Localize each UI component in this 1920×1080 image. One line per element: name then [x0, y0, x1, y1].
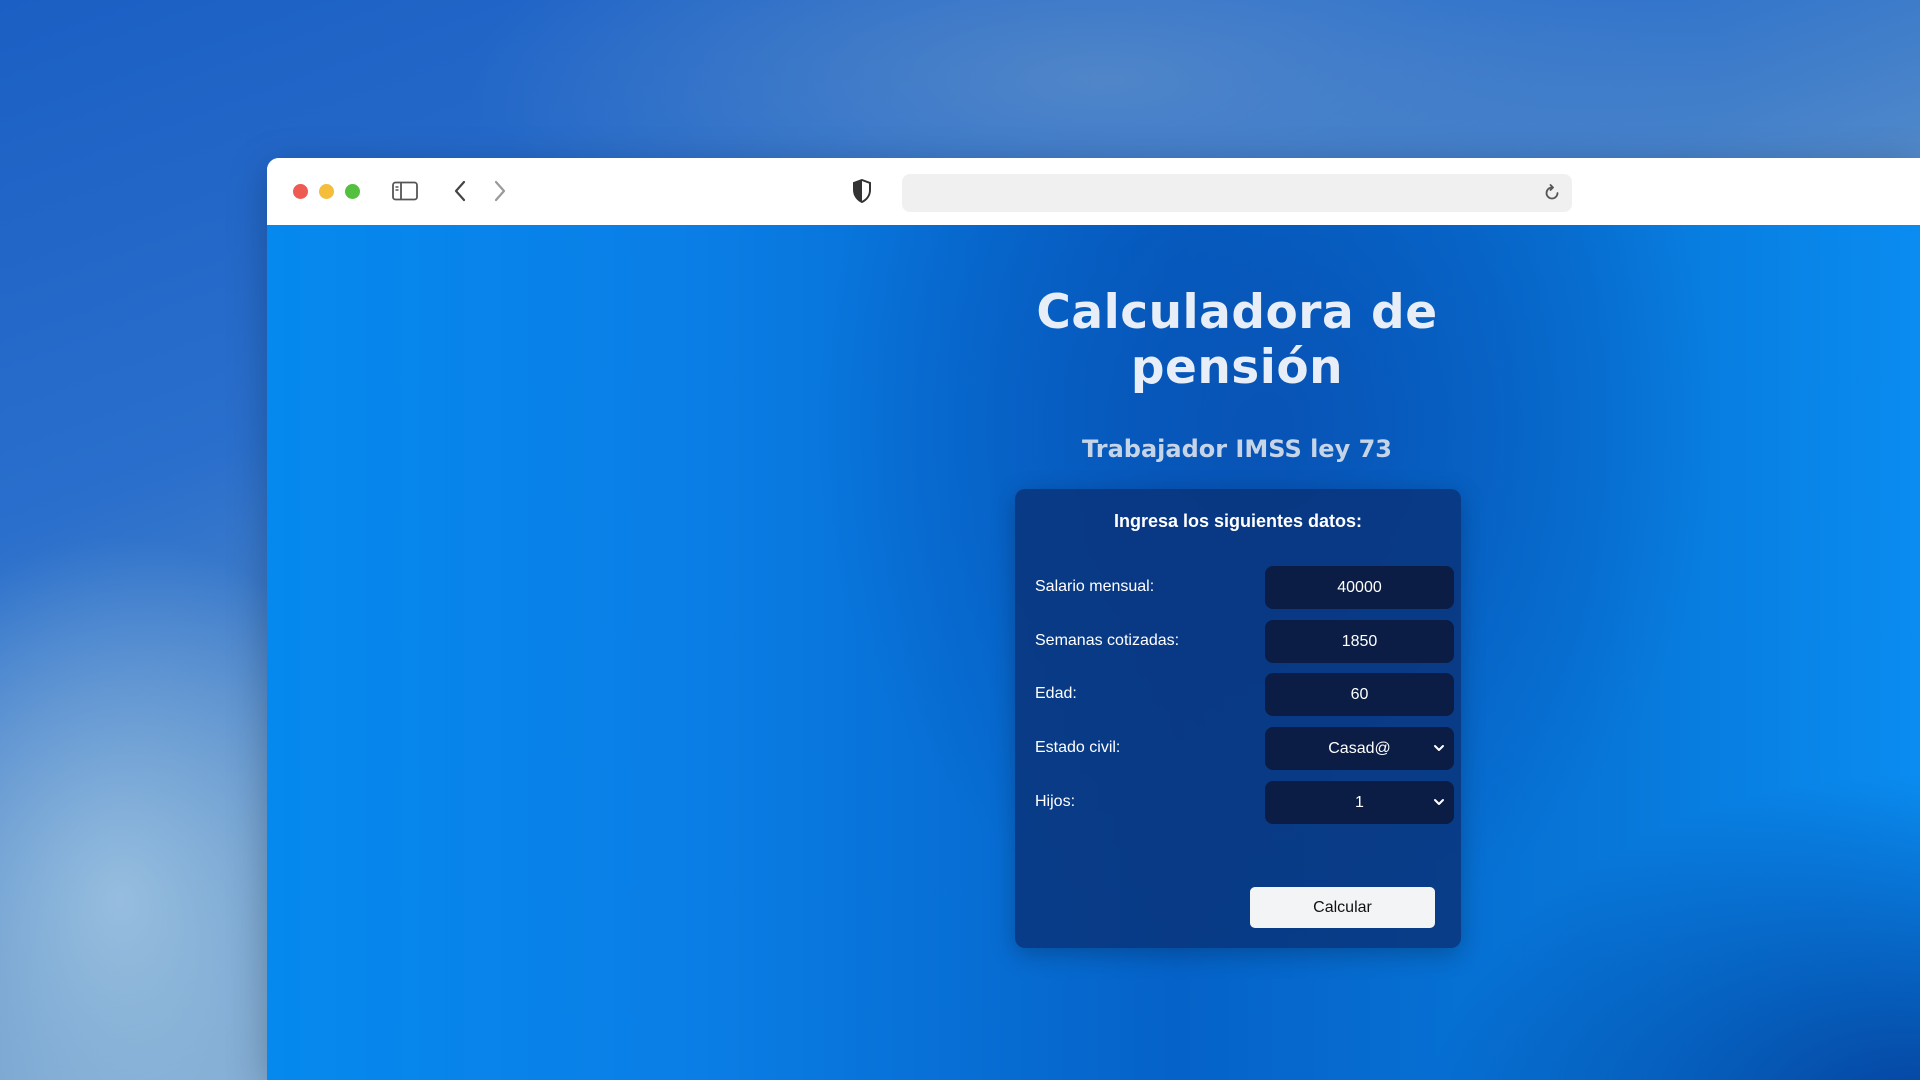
browser-toolbar — [267, 158, 1920, 225]
browser-window: Calculadora de pensión Trabajador IMSS l… — [267, 158, 1920, 1080]
estado-civil-select[interactable]: Casad@ — [1265, 727, 1454, 770]
hijos-select[interactable]: 1 — [1265, 781, 1454, 824]
back-icon[interactable] — [445, 176, 475, 206]
chevron-down-icon — [1432, 795, 1446, 809]
pension-form: Ingresa los siguientes datos: Salario me… — [1015, 489, 1461, 948]
hijos-row: Hijos: 1 — [1035, 781, 1454, 824]
forward-icon[interactable] — [485, 176, 515, 206]
salario-label: Salario mensual: — [1035, 578, 1155, 595]
page-subtitle: Trabajador IMSS ley 73 — [1082, 435, 1392, 463]
edad-label: Edad: — [1035, 685, 1077, 702]
minimize-window-button[interactable] — [319, 184, 334, 199]
edad-row: Edad: 60 — [1035, 673, 1454, 716]
hijos-value: 1 — [1355, 793, 1364, 811]
shield-icon[interactable] — [847, 176, 877, 206]
address-bar[interactable] — [902, 174, 1572, 214]
page-title: Calculadora de pensión — [1036, 285, 1438, 395]
estado-civil-row: Estado civil: Casad@ — [1035, 727, 1454, 770]
reload-icon[interactable] — [1542, 183, 1562, 203]
salario-row: Salario mensual: 40000 — [1035, 566, 1454, 609]
address-input[interactable] — [914, 174, 1518, 214]
close-window-button[interactable] — [293, 184, 308, 199]
estado-civil-label: Estado civil: — [1035, 739, 1121, 756]
semanas-row: Semanas cotizadas: 1850 — [1035, 620, 1454, 663]
page-content: Calculadora de pensión Trabajador IMSS l… — [267, 225, 1920, 1080]
salario-input[interactable]: 40000 — [1265, 566, 1454, 609]
hijos-label: Hijos: — [1035, 793, 1076, 810]
calcular-button[interactable]: Calcular — [1250, 887, 1435, 928]
maximize-window-button[interactable] — [345, 184, 360, 199]
sidebar-icon[interactable] — [390, 176, 420, 206]
form-heading: Ingresa los siguientes datos: — [1113, 511, 1363, 531]
edad-input[interactable]: 60 — [1265, 673, 1454, 716]
semanas-input[interactable]: 1850 — [1265, 620, 1454, 663]
estado-civil-value: Casad@ — [1328, 739, 1391, 757]
semanas-label: Semanas cotizadas: — [1035, 632, 1180, 649]
chevron-down-icon — [1432, 741, 1446, 755]
